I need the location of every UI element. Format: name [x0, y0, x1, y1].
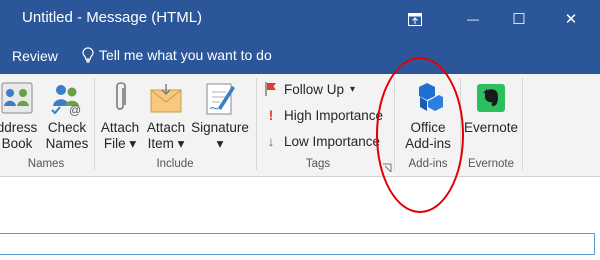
ribbon-display-options-button[interactable]	[392, 0, 438, 38]
low-importance-button[interactable]: ↓ Low Importance	[264, 130, 380, 152]
attach-file-button[interactable]: Attach File ▾	[98, 78, 142, 154]
svg-text:@: @	[69, 103, 81, 116]
check-names-button[interactable]: @ Check Names	[44, 78, 90, 154]
annotation-circle	[376, 57, 464, 213]
high-importance-icon: !	[268, 107, 274, 123]
ribbon-display-icon	[408, 12, 422, 26]
address-book-icon	[0, 78, 34, 118]
lightbulb-icon	[82, 47, 94, 63]
evernote-icon	[476, 78, 506, 118]
flag-icon	[265, 82, 276, 96]
evernote-label: Evernote	[463, 120, 519, 135]
envelope-icon	[149, 78, 183, 118]
address-book-label-2: Book	[1, 136, 33, 151]
menu-bar: Review Tell me what you want to do	[0, 38, 600, 74]
attach-file-label-1: Attach	[100, 120, 140, 135]
paperclip-icon	[110, 78, 130, 118]
check-names-icon: @	[50, 78, 84, 118]
signature-dropdown: ▾	[216, 136, 224, 151]
group-divider	[522, 78, 523, 170]
check-names-label-2: Names	[45, 136, 89, 151]
signature-button[interactable]: Signature ▾	[190, 78, 250, 154]
address-book-label-1: ddress	[0, 120, 38, 135]
window-title: Untitled - Message (HTML)	[22, 9, 203, 26]
ribbon: ddress Book @ Check Names Names Attach F…	[0, 74, 600, 177]
group-divider	[256, 78, 257, 170]
attach-item-label-2: Item ▾	[147, 136, 185, 151]
maximize-button[interactable]: ☐	[496, 0, 542, 38]
tab-review[interactable]: Review	[12, 48, 58, 64]
minimize-button[interactable]: —	[450, 0, 496, 38]
chevron-down-icon: ▾	[350, 83, 356, 95]
address-book-button[interactable]: ddress Book	[0, 78, 42, 154]
signature-icon	[204, 78, 236, 118]
tags-group-label: Tags	[305, 158, 331, 170]
tell-me-text: Tell me what you want to do	[99, 47, 272, 63]
signature-label: Signature	[191, 120, 249, 135]
close-button[interactable]: ✕	[548, 0, 594, 38]
attach-item-label-1: Attach	[146, 120, 186, 135]
low-importance-icon: ↓	[267, 133, 275, 149]
high-importance-label: High Importance	[284, 107, 384, 123]
low-importance-label: Low Importance	[284, 133, 381, 149]
attach-item-button[interactable]: Attach Item ▾	[144, 78, 188, 154]
title-bar: Untitled - Message (HTML) — ☐ ✕	[0, 0, 600, 38]
follow-up-label: Follow Up	[284, 81, 345, 97]
names-group-label: Names	[27, 158, 65, 170]
include-group-label: Include	[156, 158, 194, 170]
attach-file-label-2: File ▾	[103, 136, 137, 151]
tell-me-search[interactable]: Tell me what you want to do	[82, 47, 272, 63]
follow-up-button[interactable]: Follow Up ▾	[264, 78, 355, 100]
evernote-button[interactable]: Evernote	[462, 78, 520, 154]
check-names-label-1: Check	[47, 120, 87, 135]
message-body-field[interactable]	[0, 233, 595, 255]
evernote-group-label: Evernote	[467, 158, 515, 170]
group-divider	[94, 78, 95, 170]
high-importance-button[interactable]: ! High Importance	[264, 104, 383, 126]
